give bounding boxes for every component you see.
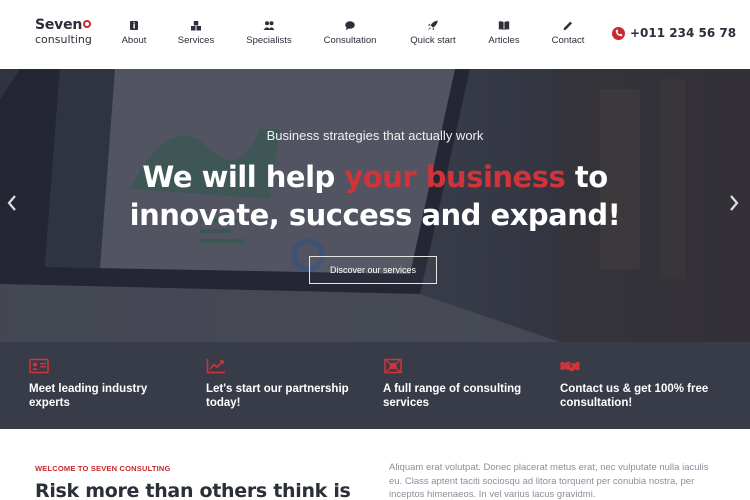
nav-item-about[interactable]: About	[114, 20, 154, 46]
feature-experts[interactable]: Meet leading industry experts	[29, 358, 189, 410]
pencil-icon	[563, 21, 572, 31]
section-title: Risk more than others think is	[35, 480, 351, 500]
hero-title: We will help your business to innovate, …	[0, 158, 750, 234]
info-icon	[130, 21, 138, 30]
logo[interactable]: Seven consulting	[35, 17, 92, 47]
hero-title-line2: innovate, success and expand!	[129, 198, 621, 232]
feature-text: A full range of consulting services	[383, 383, 522, 409]
phone-contact[interactable]: +011 234 56 78	[612, 26, 736, 40]
nav-item-specialists[interactable]: Specialists	[241, 20, 297, 46]
users-icon	[263, 21, 275, 30]
features-bar: Meet leading industry experts Let's star…	[0, 342, 750, 429]
nav-item-services[interactable]: Services	[171, 20, 221, 46]
hero-slider: Business strategies that actually work W…	[0, 69, 750, 342]
phone-icon	[612, 26, 625, 40]
logo-name: Seven	[35, 17, 83, 33]
nav-label: Articles	[488, 35, 520, 46]
trend-chart-icon	[206, 359, 225, 374]
nav-label: Consultation	[323, 35, 377, 46]
hero-title-highlight: your business	[344, 160, 566, 194]
book-icon	[498, 21, 510, 30]
handshake-icon	[560, 361, 580, 372]
phone-number: +011 234 56 78	[630, 26, 737, 40]
section-body-text: Aliquam erat volutpat. Donec placerat me…	[389, 462, 709, 500]
nav-label: Quick start	[410, 35, 456, 46]
hero-title-part2: to	[565, 160, 608, 194]
nav-item-articles[interactable]: Articles	[484, 20, 524, 46]
feature-text: Contact us & get 100% free consultation!	[560, 383, 709, 409]
nav-item-consultation[interactable]: Consultation	[319, 20, 381, 46]
chat-icon	[345, 21, 355, 31]
nav-label: Contact	[551, 35, 585, 46]
rocket-icon	[428, 20, 438, 31]
site-header: Seven consulting About Services Speciali…	[0, 0, 750, 69]
target-icon	[384, 358, 402, 374]
nav-label: Services	[177, 35, 215, 46]
feature-consulting-services[interactable]: A full range of consulting services	[383, 358, 543, 410]
feature-text: Let's start our partnership today!	[206, 383, 349, 409]
nav-item-quick-start[interactable]: Quick start	[405, 20, 461, 46]
chevron-left-icon[interactable]	[5, 193, 19, 213]
hero-subtitle: Business strategies that actually work	[266, 128, 484, 143]
section-eyebrow: Welcome to Seven Consulting	[35, 464, 171, 473]
logo-tagline: consulting	[35, 33, 92, 46]
id-card-icon	[29, 358, 49, 374]
discover-services-button[interactable]: Discover our services	[309, 256, 437, 284]
nav-item-contact[interactable]: Contact	[547, 20, 589, 46]
nav-label: About	[121, 35, 147, 46]
feature-free-consultation[interactable]: Contact us & get 100% free consultation!	[560, 358, 720, 410]
blocks-icon	[191, 21, 201, 31]
feature-partnership[interactable]: Let's start our partnership today!	[206, 358, 366, 410]
feature-text: Meet leading industry experts	[29, 383, 148, 409]
hero-title-part1: We will help	[142, 160, 345, 194]
nav-label: Specialists	[246, 35, 292, 46]
logo-ring-icon	[83, 19, 92, 28]
chevron-right-icon[interactable]	[727, 193, 741, 213]
